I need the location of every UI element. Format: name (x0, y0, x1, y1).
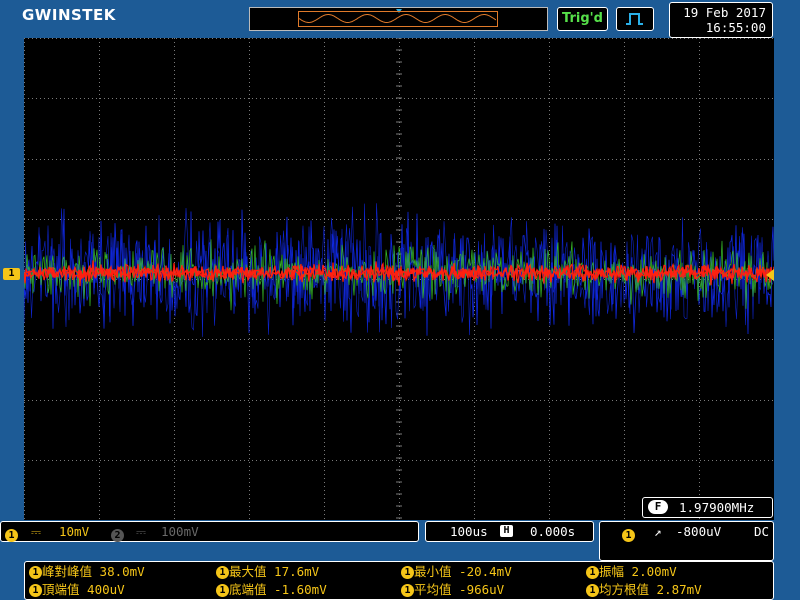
time: 16:55:00 (705, 20, 766, 35)
trigger-coupling[interactable]: DC (754, 522, 769, 541)
channel-scale-bar: 1 ⎓ 10mV 2 ⎓ 100mV (0, 521, 419, 542)
measurement-item: 1 振幅 2.00mV (586, 564, 677, 579)
measurement-item: 1 底端值 -1.60mV (216, 582, 327, 597)
waveform-display (24, 38, 774, 520)
brand-logo: GWINSTEK (22, 6, 116, 24)
ch1-coupling-icon: ⎓ (31, 524, 41, 539)
frequency-value: 1.97900MHz (679, 500, 755, 515)
timebase-bar: 100us H 0.000s (425, 521, 594, 542)
waveform-overview (249, 7, 548, 31)
measurement-item: 1 平均值 -966uV (401, 582, 504, 597)
measurement-item: 1 最大值 17.6mV (216, 564, 319, 579)
horizontal-position-icon: H (500, 525, 513, 537)
trigger-source-indicator[interactable]: 1 (622, 525, 635, 544)
overview-window (298, 11, 498, 27)
frequency-counter: F 1.97900MHz (642, 497, 773, 518)
horizontal-position[interactable]: 0.000s (530, 522, 575, 541)
ch1-scale[interactable]: 10mV (59, 522, 89, 541)
measurement-item: 1 均方根值 2.87mV (586, 582, 702, 597)
trigger-level[interactable]: -800uV (676, 522, 721, 541)
trigger-level-marker (766, 269, 774, 281)
measurement-item: 1 峰對峰值 38.0mV (29, 564, 145, 579)
ch2-coupling-icon: ⎓ (136, 524, 146, 539)
ch1-indicator[interactable]: 1 (5, 525, 18, 544)
datetime-display: 19 Feb 2017 16:55:00 (669, 2, 773, 38)
trigger-edge-icon (616, 7, 654, 31)
timebase-scale[interactable]: 100us (450, 522, 488, 541)
date: 19 Feb 2017 (683, 5, 766, 20)
frequency-badge: F (648, 500, 668, 514)
measurement-item: 1 最小值 -20.4mV (401, 564, 512, 579)
ch2-scale[interactable]: 100mV (161, 522, 199, 541)
measurement-panel: 1 峰對峰值 38.0mV 1 最大值 17.6mV 1 最小值 -20.4mV 1振… (24, 561, 774, 600)
trigger-status: Trig'd (557, 7, 608, 31)
trigger-settings-bar: 1 ↗ -800uV DC (599, 521, 774, 561)
ch1-ground-marker[interactable]: 1 (3, 268, 20, 280)
trigger-slope-icon: ↗ (654, 524, 662, 539)
ch2-indicator[interactable]: 2 (111, 525, 124, 544)
measurement-item: 1 頂端值 400uV (29, 582, 125, 597)
